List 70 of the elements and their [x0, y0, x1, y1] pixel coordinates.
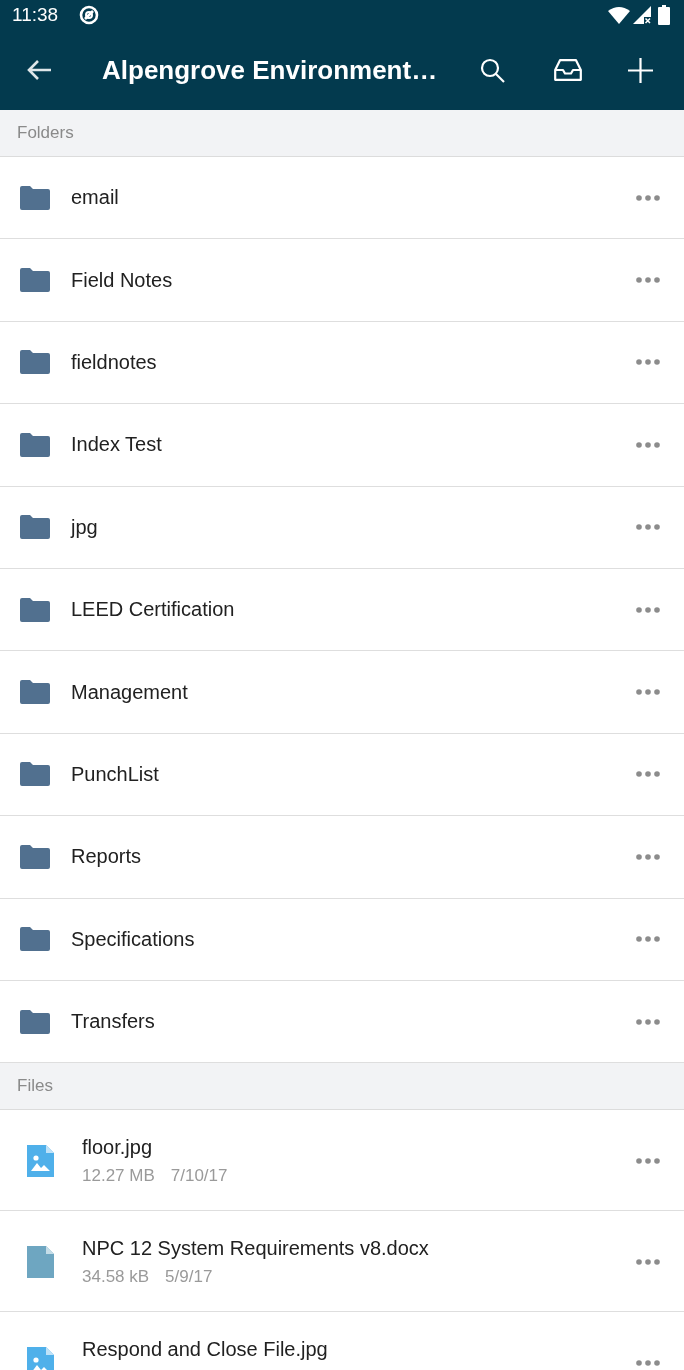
more-options-icon[interactable] — [636, 194, 660, 201]
folder-list-item[interactable]: LEED Certification — [0, 568, 684, 652]
folder-icon — [20, 515, 50, 540]
more-options-icon[interactable] — [636, 1259, 660, 1266]
folder-list-item[interactable]: Index Test — [0, 404, 684, 487]
file-list-item[interactable]: Respond and Close File.jpg — [0, 1312, 684, 1370]
more-options-icon[interactable] — [636, 359, 660, 366]
file-date: 7/10/17 — [170, 1166, 228, 1187]
folder-list-item[interactable]: Transfers — [0, 980, 684, 1064]
more-options-icon[interactable] — [636, 1360, 660, 1367]
folder-name: Field Notes — [71, 268, 174, 292]
image-file-icon — [27, 1347, 54, 1370]
more-options-icon[interactable] — [636, 853, 660, 860]
add-icon[interactable] — [628, 57, 653, 83]
more-options-icon[interactable] — [636, 689, 660, 696]
more-options-icon[interactable] — [636, 524, 660, 531]
folder-name: fieldnotes — [71, 350, 158, 374]
folder-icon — [20, 1009, 50, 1034]
folder-icon — [20, 597, 50, 622]
folder-icon — [20, 268, 50, 293]
folder-name: PunchList — [71, 762, 160, 786]
document-file-icon — [27, 1246, 54, 1279]
folder-list-item[interactable]: Specifications — [0, 898, 684, 981]
file-size: 34.58 kB — [82, 1267, 150, 1288]
folder-icon — [20, 844, 50, 869]
battery-icon — [658, 5, 670, 25]
more-options-icon[interactable] — [636, 441, 660, 448]
image-file-icon — [27, 1145, 54, 1178]
file-name: Respond and Close File.jpg — [82, 1338, 329, 1362]
folder-list-item[interactable]: Reports — [0, 816, 684, 899]
file-name: NPC 12 System Requirements v8.docx — [82, 1237, 430, 1261]
folder-name: jpg — [71, 515, 99, 539]
folder-list-item[interactable]: email — [0, 157, 684, 240]
back-arrow-icon[interactable] — [27, 59, 52, 81]
folder-name: Specifications — [71, 927, 196, 951]
folder-name: LEED Certification — [71, 598, 236, 622]
file-list-item[interactable]: NPC 12 System Requirements v8.docx 34.58 kB 5/9/17 — [0, 1211, 684, 1313]
folder-icon — [20, 927, 50, 952]
file-date: 5/9/17 — [165, 1267, 213, 1288]
file-name: floor.jpg — [82, 1136, 154, 1160]
folder-icon — [20, 432, 50, 457]
folder-name: Index Test — [71, 433, 163, 457]
folder-name: Transfers — [71, 1010, 156, 1034]
folder-icon — [20, 762, 50, 787]
more-options-icon[interactable] — [636, 277, 660, 284]
more-options-icon[interactable] — [636, 1018, 660, 1025]
folder-icon — [20, 680, 50, 705]
signal-icon — [633, 6, 651, 24]
folder-list-item[interactable]: Field Notes — [0, 239, 684, 322]
status-time: 11:38 — [12, 4, 59, 26]
folder-name: email — [71, 186, 120, 210]
more-options-icon[interactable] — [636, 1158, 660, 1165]
folder-list-item[interactable]: jpg — [0, 486, 684, 569]
folder-icon — [20, 185, 50, 210]
search-icon[interactable] — [480, 57, 505, 83]
inbox-tray-icon[interactable] — [554, 59, 582, 81]
folder-list-item[interactable]: PunchList — [0, 733, 684, 817]
folder-list-item[interactable]: fieldnotes — [0, 321, 684, 405]
folder-icon — [20, 350, 50, 375]
more-options-icon[interactable] — [636, 771, 660, 778]
folder-name: Management — [71, 680, 189, 704]
more-options-icon[interactable] — [636, 606, 660, 613]
wifi-icon — [608, 6, 630, 24]
folder-list-item[interactable]: Management — [0, 651, 684, 734]
ring-icon — [79, 5, 100, 25]
folder-name: Reports — [71, 845, 143, 869]
more-options-icon[interactable] — [636, 936, 660, 943]
file-size: 12.27 MB — [82, 1166, 155, 1187]
file-list-item[interactable]: floor.jpg 12.27 MB 7/10/17 — [0, 1110, 684, 1212]
screen-title: Alpengrove Environment… — [102, 54, 439, 86]
